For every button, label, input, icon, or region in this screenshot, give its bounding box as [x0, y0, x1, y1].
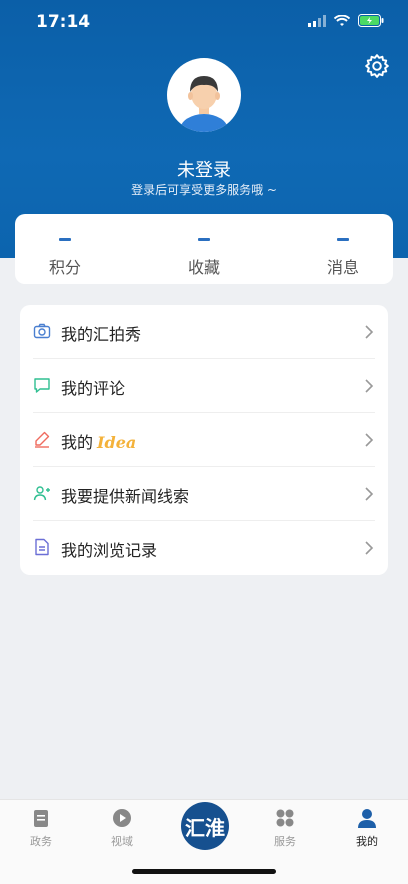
status-bar: 17:14 — [0, 0, 408, 44]
tab-video[interactable]: 视域 — [92, 808, 152, 849]
home-indicator — [132, 869, 276, 874]
profile-subtitle: 登录后可享受更多服务哦 ~ — [131, 183, 277, 197]
stat-points[interactable]: 积分 — [35, 214, 95, 284]
stat-placeholder — [337, 238, 349, 241]
menu-item-news-tip[interactable]: 我要提供新闻线索 — [20, 467, 388, 521]
status-time: 17:14 — [36, 12, 91, 32]
chevron-right-icon — [365, 487, 374, 501]
stat-placeholder — [59, 238, 71, 241]
grid-icon — [276, 809, 294, 827]
tab-mine[interactable]: 我的 — [337, 808, 397, 849]
signal-icon — [308, 14, 326, 27]
tab-label: 政务 — [30, 835, 52, 848]
status-icons — [308, 14, 384, 27]
tab-label: 视域 — [111, 835, 133, 848]
stat-label: 收藏 — [187, 258, 220, 277]
menu-item-photo-show[interactable]: 我的汇拍秀 — [20, 305, 388, 359]
stat-messages[interactable]: 消息 — [313, 214, 373, 284]
tab-services[interactable]: 服务 — [255, 808, 315, 849]
tab-label: 服务 — [274, 835, 296, 848]
camera-icon — [33, 323, 51, 339]
menu-item-label-prefix: 我的 — [61, 433, 94, 452]
stat-favorites[interactable]: 收藏 — [174, 214, 234, 284]
stat-placeholder — [198, 238, 210, 241]
menu-item-label: 我的汇拍秀 — [61, 325, 142, 344]
menu-item-label: 我要提供新闻线索 — [61, 487, 190, 506]
wifi-icon — [334, 14, 350, 26]
stat-label: 积分 — [48, 258, 81, 277]
play-icon — [113, 809, 131, 827]
document-icon — [35, 538, 49, 556]
profile-name[interactable]: 未登录 — [0, 156, 408, 182]
menu-item-label: 我的 Idea — [61, 429, 136, 453]
idea-wordmark: Idea — [97, 433, 137, 452]
pen-icon — [35, 431, 50, 448]
comment-icon — [34, 378, 50, 393]
menu-item-history[interactable]: 我的浏览记录 — [20, 521, 388, 575]
menu-item-idea[interactable]: 我的 Idea — [20, 413, 388, 467]
user-plus-icon — [33, 486, 50, 501]
menu-item-label: 我的评论 — [61, 379, 126, 398]
menu-item-label: 我的浏览记录 — [61, 541, 158, 560]
stat-label: 消息 — [326, 258, 359, 277]
menu-card: 我的汇拍秀 我的评论 我的 Idea 我要提供新闻线索 我的浏览记录 — [20, 305, 388, 575]
tab-government[interactable]: 政务 — [11, 808, 71, 849]
tab-label: 我的 — [356, 835, 378, 848]
user-icon — [358, 809, 376, 828]
chevron-right-icon — [365, 541, 374, 555]
chevron-right-icon — [365, 325, 374, 339]
chevron-right-icon — [365, 379, 374, 393]
clipboard-icon — [34, 810, 48, 827]
avatar-person-icon — [180, 76, 228, 132]
avatar[interactable] — [167, 58, 241, 132]
stats-card: 积分 收藏 消息 — [15, 214, 393, 284]
logo-icon[interactable]: 汇淮 — [181, 802, 229, 850]
chevron-right-icon — [365, 433, 374, 447]
settings-gear-icon[interactable] — [364, 53, 390, 79]
menu-item-comments[interactable]: 我的评论 — [20, 359, 388, 413]
logo-text: 汇淮 — [185, 815, 225, 840]
battery-icon — [358, 14, 384, 27]
